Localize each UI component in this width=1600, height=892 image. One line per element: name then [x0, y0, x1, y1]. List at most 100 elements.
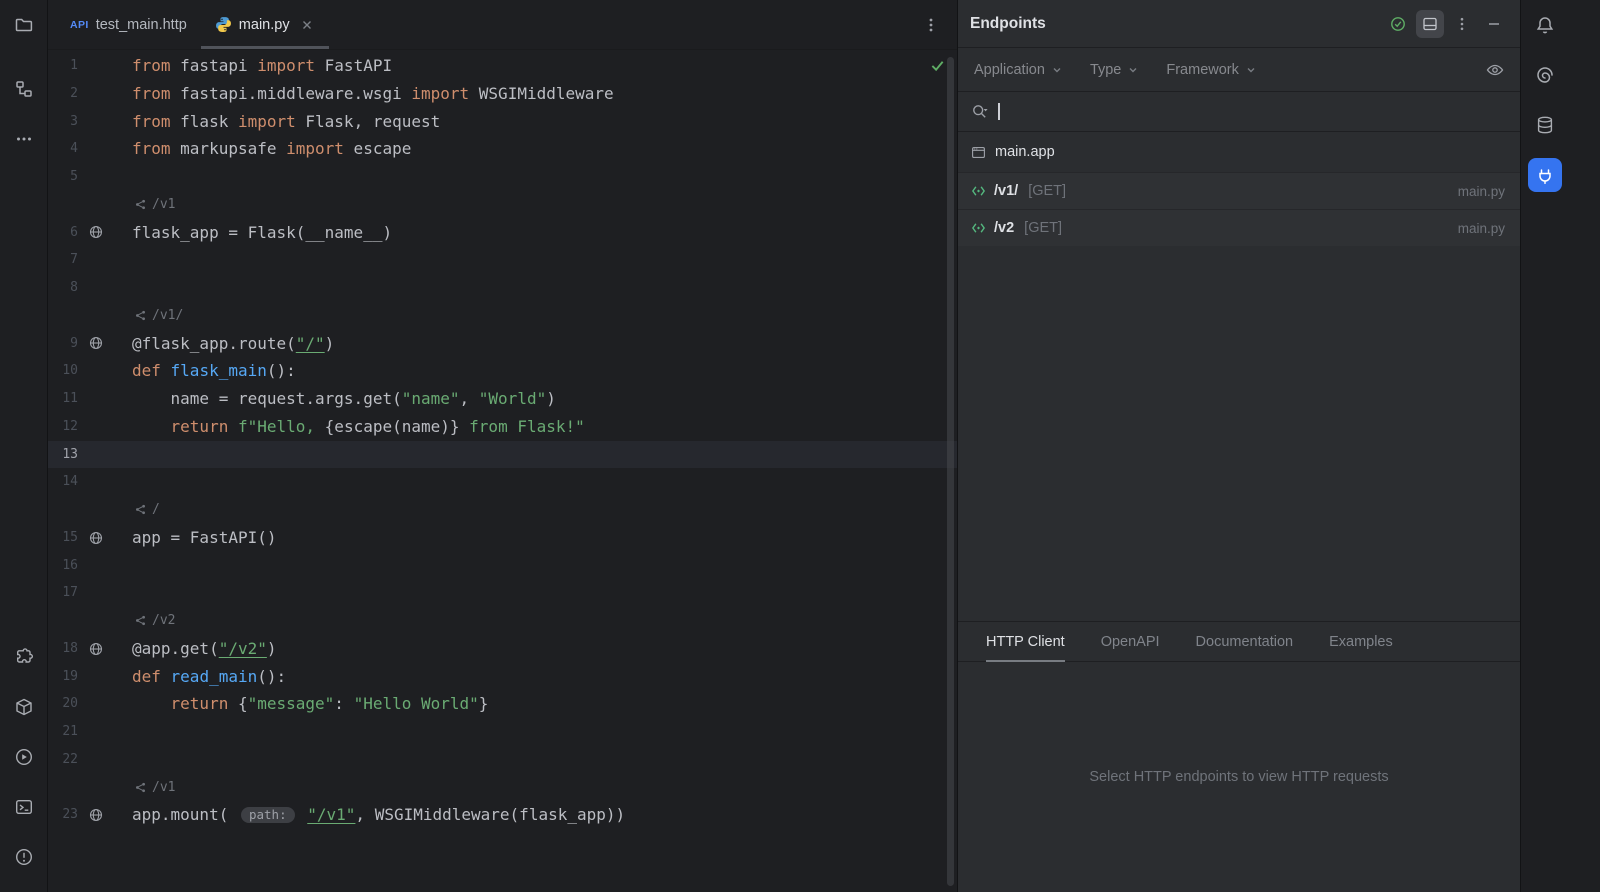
endpoint-row[interactable]: /v1/[GET]main.py: [958, 172, 1520, 209]
code-line[interactable]: 15app = FastAPI(): [48, 524, 957, 552]
line-number: 11: [48, 385, 78, 413]
more-tool-windows-icon[interactable]: [7, 122, 41, 156]
http-tab-examples[interactable]: Examples: [1329, 622, 1393, 661]
line-number: 20: [48, 690, 78, 718]
database-icon[interactable]: [1528, 108, 1562, 142]
gutter: [48, 302, 132, 330]
http-tab-documentation[interactable]: Documentation: [1196, 622, 1294, 661]
folder-icon[interactable]: [7, 8, 41, 42]
gutter: 9: [48, 330, 132, 358]
services-icon[interactable]: [7, 690, 41, 724]
ok-check-icon[interactable]: [1384, 10, 1412, 38]
endpoint-globe-icon[interactable]: [86, 225, 106, 239]
gutter: 6: [48, 219, 132, 247]
code-line[interactable]: 10def flask_main():: [48, 357, 957, 385]
tab-test-main-http[interactable]: API test_main.http: [56, 0, 201, 49]
code-line[interactable]: 9@flask_app.route("/"): [48, 330, 957, 358]
layout-toggle-icon[interactable]: [1416, 10, 1444, 38]
code-line[interactable]: 16: [48, 552, 957, 580]
http-tab-openapi[interactable]: OpenAPI: [1101, 622, 1160, 661]
search-icon: [971, 103, 989, 121]
more-options-kebab-icon[interactable]: [1448, 10, 1476, 38]
code-line[interactable]: 6flask_app = Flask(__name__): [48, 219, 957, 247]
code-line[interactable]: 17: [48, 579, 957, 607]
code-line[interactable]: 22: [48, 746, 957, 774]
inlay-hint-row[interactable]: /v2: [48, 607, 957, 635]
problems-icon[interactable]: [7, 840, 41, 874]
eye-icon[interactable]: [1486, 61, 1504, 79]
tab-label: main.py: [239, 17, 290, 33]
ai-assistant-icon[interactable]: [1528, 58, 1562, 92]
code-line[interactable]: 14: [48, 468, 957, 496]
chevron-down-icon: [1246, 65, 1256, 75]
code-line[interactable]: 20 return {"message": "Hello World"}: [48, 690, 957, 718]
gutter: 18: [48, 635, 132, 663]
gutter: 15: [48, 524, 132, 552]
code-line[interactable]: 19def read_main():: [48, 663, 957, 691]
terminal-icon[interactable]: [7, 790, 41, 824]
code-line[interactable]: 21: [48, 718, 957, 746]
code-line[interactable]: 5: [48, 163, 957, 191]
code-line[interactable]: 11 name = request.args.get("name", "Worl…: [48, 385, 957, 413]
url-inlay-hint[interactable]: /v1: [135, 191, 175, 219]
code-line[interactable]: 4from markupsafe import escape: [48, 135, 957, 163]
structure-icon[interactable]: [7, 72, 41, 106]
code-line[interactable]: 3from flask import Flask, request: [48, 108, 957, 136]
gutter: 19: [48, 663, 132, 691]
endpoint-file: main.py: [1458, 184, 1507, 199]
endpoint-filter-bar: Application Type Framework: [958, 47, 1520, 92]
endpoints-plug-icon[interactable]: [1528, 158, 1562, 192]
url-inlay-hint[interactable]: /: [135, 496, 160, 524]
url-inlay-hint[interactable]: /v1: [135, 774, 175, 802]
endpoint-globe-icon[interactable]: [86, 336, 106, 350]
inspections-ok-icon[interactable]: [930, 58, 945, 78]
code-line[interactable]: 23app.mount( path: "/v1", WSGIMiddleware…: [48, 801, 957, 829]
code-line[interactable]: 12 return f"Hello, {escape(name)} from F…: [48, 413, 957, 441]
code-editor[interactable]: 1from fastapi import FastAPI2from fastap…: [48, 50, 957, 892]
hide-panel-icon[interactable]: [1480, 10, 1508, 38]
close-icon[interactable]: [299, 17, 315, 33]
editor-scrollbar[interactable]: [947, 57, 954, 886]
line-number: 1: [48, 52, 78, 80]
endpoint-globe-icon[interactable]: [86, 531, 106, 545]
inlay-hint-row[interactable]: /v1: [48, 191, 957, 219]
code-line[interactable]: 2from fastapi.middleware.wsgi import WSG…: [48, 80, 957, 108]
endpoint-globe-icon[interactable]: [86, 642, 106, 656]
http-tab-http-client[interactable]: HTTP Client: [986, 622, 1065, 661]
endpoint-group-row[interactable]: main.app: [958, 132, 1520, 172]
left-toolbar: [0, 0, 48, 892]
python-packages-icon[interactable]: [7, 640, 41, 674]
editor-options-kebab-icon[interactable]: [905, 0, 957, 49]
inlay-hint-row[interactable]: /v1: [48, 774, 957, 802]
gutter: 11: [48, 385, 132, 413]
group-label: main.app: [995, 144, 1055, 160]
code-line[interactable]: 7: [48, 246, 957, 274]
line-number: 22: [48, 746, 78, 774]
code-line[interactable]: 8: [48, 274, 957, 302]
endpoint-path: /v2: [994, 220, 1014, 236]
url-inlay-hint[interactable]: /v2: [135, 607, 175, 635]
filter-type[interactable]: Type: [1090, 62, 1138, 78]
line-number: 23: [48, 801, 78, 829]
code-line[interactable]: 13: [48, 441, 957, 469]
chevron-down-icon: [1052, 65, 1062, 75]
code-line[interactable]: 18@app.get("/v2"): [48, 635, 957, 663]
run-icon[interactable]: [7, 740, 41, 774]
inlay-hint-row[interactable]: /v1/: [48, 302, 957, 330]
endpoint-search-field[interactable]: [958, 92, 1520, 132]
notifications-bell-icon[interactable]: [1528, 8, 1562, 42]
filter-framework[interactable]: Framework: [1166, 62, 1256, 78]
gutter: 13: [48, 441, 132, 469]
panel-title: Endpoints: [970, 15, 1046, 33]
url-inlay-hint[interactable]: /v1/: [135, 302, 183, 330]
gutter: 3: [48, 108, 132, 136]
inlay-hint-row[interactable]: /: [48, 496, 957, 524]
tab-main-py[interactable]: main.py: [201, 0, 329, 49]
gutter: 7: [48, 246, 132, 274]
endpoint-globe-icon[interactable]: [86, 808, 106, 822]
endpoint-arrows-icon: [971, 184, 986, 198]
filter-application[interactable]: Application: [974, 62, 1062, 78]
code-line[interactable]: 1from fastapi import FastAPI: [48, 52, 957, 80]
line-number: 15: [48, 524, 78, 552]
endpoint-row[interactable]: /v2[GET]main.py: [958, 209, 1520, 246]
